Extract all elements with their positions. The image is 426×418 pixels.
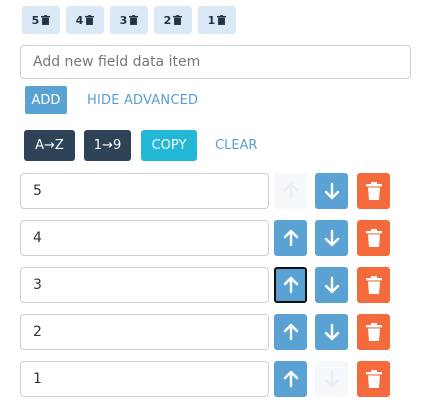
new-item-input[interactable]	[20, 45, 411, 79]
quick-item-chips: 5 4 3 2 1	[22, 6, 236, 34]
delete-button[interactable]	[357, 361, 390, 397]
trash-icon	[365, 323, 382, 341]
arrow-down-icon	[324, 182, 339, 200]
item-value-field[interactable]	[20, 361, 269, 397]
move-up-button	[274, 173, 307, 209]
list-item	[20, 267, 400, 305]
trash-icon	[129, 15, 139, 25]
move-down-button[interactable]	[315, 173, 348, 209]
move-down-button	[315, 361, 348, 397]
trash-icon	[217, 15, 227, 25]
trash-icon	[85, 15, 95, 25]
trash-icon	[173, 15, 183, 25]
list-item	[20, 220, 400, 258]
item-value-field[interactable]	[20, 220, 269, 256]
sort-numeric-button[interactable]: 1→9	[84, 130, 131, 161]
chip-label: 1	[207, 13, 216, 27]
clear-link[interactable]: CLEAR	[215, 138, 257, 153]
move-down-button[interactable]	[315, 314, 348, 350]
chip-item-2[interactable]: 2	[154, 6, 192, 34]
move-down-button[interactable]	[315, 267, 348, 303]
move-down-button[interactable]	[315, 220, 348, 256]
delete-button[interactable]	[357, 220, 390, 256]
list-item	[20, 314, 400, 352]
chip-label: 2	[163, 13, 172, 27]
move-up-button[interactable]	[274, 267, 307, 303]
list-item	[20, 361, 400, 399]
arrow-up-icon	[283, 229, 298, 247]
delete-button[interactable]	[357, 267, 390, 303]
arrow-up-icon	[283, 182, 298, 200]
hide-advanced-link[interactable]: HIDE ADVANCED	[87, 93, 198, 108]
chip-item-5[interactable]: 5	[22, 6, 60, 34]
delete-button[interactable]	[357, 314, 390, 350]
arrow-down-icon	[324, 229, 339, 247]
move-up-button[interactable]	[274, 361, 307, 397]
trash-icon	[41, 15, 51, 25]
arrow-down-icon	[324, 276, 339, 294]
trash-icon	[365, 276, 382, 294]
add-button[interactable]: ADD	[25, 86, 67, 114]
copy-button[interactable]: COPY	[141, 130, 197, 161]
arrow-up-icon	[283, 276, 298, 294]
trash-icon	[365, 182, 382, 200]
arrow-up-icon	[283, 323, 298, 341]
arrow-up-icon	[283, 370, 298, 388]
chip-label: 4	[75, 13, 84, 27]
item-value-field[interactable]	[20, 173, 269, 209]
sort-alpha-button[interactable]: A→Z	[24, 130, 75, 161]
chip-item-3[interactable]: 3	[110, 6, 148, 34]
arrow-down-icon	[324, 370, 339, 388]
move-up-button[interactable]	[274, 314, 307, 350]
delete-button[interactable]	[357, 173, 390, 209]
item-value-field[interactable]	[20, 267, 269, 303]
item-value-field[interactable]	[20, 314, 269, 350]
chip-label: 5	[31, 13, 40, 27]
chip-item-4[interactable]: 4	[66, 6, 104, 34]
trash-icon	[365, 370, 382, 388]
trash-icon	[365, 229, 382, 247]
list-item	[20, 173, 400, 211]
chip-item-1[interactable]: 1	[198, 6, 236, 34]
arrow-down-icon	[324, 323, 339, 341]
move-up-button[interactable]	[274, 220, 307, 256]
chip-label: 3	[119, 13, 128, 27]
